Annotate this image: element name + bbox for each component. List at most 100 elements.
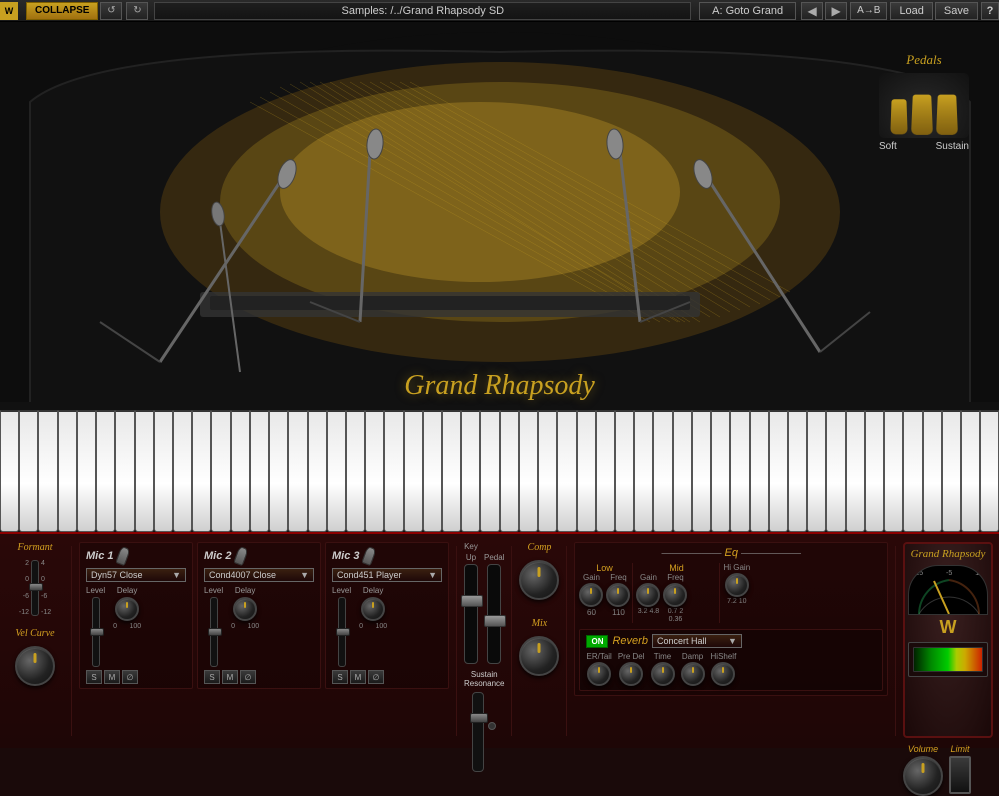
white-key[interactable]	[346, 410, 365, 532]
er-tail-knob[interactable]	[587, 662, 611, 686]
prev-button[interactable]: ◀	[801, 2, 823, 20]
white-key[interactable]	[211, 410, 230, 532]
white-key[interactable]	[519, 410, 538, 532]
mic2-level-fader[interactable]	[210, 597, 218, 667]
white-key[interactable]	[769, 410, 788, 532]
mic3-s-button[interactable]: S	[332, 670, 348, 684]
eq-low-gain-knob[interactable]	[579, 583, 603, 607]
eq-hi-gain-knob[interactable]	[725, 573, 749, 597]
white-key[interactable]	[884, 410, 903, 532]
white-key[interactable]	[615, 410, 634, 532]
white-key[interactable]	[250, 410, 269, 532]
mic3-level-fader[interactable]	[338, 597, 346, 667]
middle-pedal[interactable]	[911, 95, 933, 135]
eq-mid-freq-knob[interactable]	[663, 583, 687, 607]
white-key[interactable]	[903, 410, 922, 532]
limit-button[interactable]	[949, 756, 971, 794]
white-key[interactable]	[750, 410, 769, 532]
white-key[interactable]	[58, 410, 77, 532]
white-key[interactable]	[923, 410, 942, 532]
white-key[interactable]	[269, 410, 288, 532]
mic2-delay-knob[interactable]	[233, 597, 257, 621]
reverb-on-button[interactable]: ON	[586, 635, 608, 648]
mic3-type-dropdown[interactable]: Cond451 Player ▼	[332, 568, 442, 582]
mic2-m-button[interactable]: M	[222, 670, 238, 684]
reverb-time-knob[interactable]	[651, 662, 675, 686]
comp-knob[interactable]	[519, 560, 559, 600]
formant-thumb[interactable]	[29, 583, 43, 591]
white-key[interactable]	[865, 410, 884, 532]
eq-low-freq-knob[interactable]	[606, 583, 630, 607]
sustain-resonance-thumb[interactable]	[470, 713, 488, 723]
mic2-level-thumb[interactable]	[208, 628, 222, 636]
white-key[interactable]	[423, 410, 442, 532]
collapse-button[interactable]: COLLAPSE	[26, 2, 98, 20]
white-key[interactable]	[500, 410, 519, 532]
mic2-s-button[interactable]: S	[204, 670, 220, 684]
white-key[interactable]	[135, 410, 154, 532]
sustain-pedal[interactable]	[936, 95, 958, 135]
mic1-level-fader[interactable]	[92, 597, 100, 667]
white-key[interactable]	[692, 410, 711, 532]
redo-button[interactable]: ↻	[126, 2, 148, 20]
mic1-type-dropdown[interactable]: Dyn57 Close ▼	[86, 568, 186, 582]
white-key[interactable]	[38, 410, 57, 532]
white-key[interactable]	[961, 410, 980, 532]
white-key[interactable]	[730, 410, 749, 532]
mic3-level-thumb[interactable]	[336, 628, 350, 636]
white-key[interactable]	[711, 410, 730, 532]
key-up-thumb[interactable]	[461, 595, 483, 607]
mic2-slash-button[interactable]: ∅	[240, 670, 256, 684]
white-key[interactable]	[154, 410, 173, 532]
white-key[interactable]	[442, 410, 461, 532]
mic3-m-button[interactable]: M	[350, 670, 366, 684]
vel-curve-knob[interactable]	[15, 646, 55, 686]
mic2-type-dropdown[interactable]: Cond4007 Close ▼	[204, 568, 314, 582]
white-key[interactable]	[19, 410, 38, 532]
white-key[interactable]	[807, 410, 826, 532]
undo-button[interactable]: ↺	[100, 2, 122, 20]
mic3-slash-button[interactable]: ∅	[368, 670, 384, 684]
white-key[interactable]	[365, 410, 384, 532]
white-key[interactable]	[846, 410, 865, 532]
pedal-fader[interactable]	[487, 564, 501, 664]
white-key[interactable]	[596, 410, 615, 532]
white-key[interactable]	[115, 410, 134, 532]
formant-fader[interactable]	[31, 560, 39, 616]
pre-del-knob[interactable]	[619, 662, 643, 686]
white-key[interactable]	[308, 410, 327, 532]
white-key[interactable]	[788, 410, 807, 532]
white-key[interactable]	[980, 410, 999, 532]
mic1-delay-knob[interactable]	[115, 597, 139, 621]
white-key[interactable]	[327, 410, 346, 532]
goto-grand-button[interactable]: A: Goto Grand	[699, 2, 796, 20]
mic1-level-thumb[interactable]	[90, 628, 104, 636]
white-key[interactable]	[231, 410, 250, 532]
mic1-slash-button[interactable]: ∅	[122, 670, 138, 684]
white-key[interactable]	[288, 410, 307, 532]
white-key[interactable]	[673, 410, 692, 532]
volume-knob[interactable]	[903, 756, 943, 796]
white-key[interactable]	[634, 410, 653, 532]
mix-knob[interactable]	[519, 636, 559, 676]
key-up-fader[interactable]	[464, 564, 478, 664]
soft-pedal[interactable]	[890, 99, 907, 134]
white-key[interactable]	[942, 410, 961, 532]
mic1-m-button[interactable]: M	[104, 670, 120, 684]
pedal-thumb[interactable]	[484, 615, 506, 627]
white-key[interactable]	[557, 410, 576, 532]
load-button[interactable]: Load	[890, 2, 932, 20]
ab-button[interactable]: A→B	[850, 2, 887, 20]
white-key[interactable]	[480, 410, 499, 532]
sustain-resonance-fader[interactable]	[472, 692, 484, 772]
hi-shelf-knob[interactable]	[711, 662, 735, 686]
white-key[interactable]	[0, 410, 19, 532]
help-button[interactable]: ?	[981, 2, 999, 20]
white-key[interactable]	[173, 410, 192, 532]
white-key[interactable]	[826, 410, 845, 532]
save-button[interactable]: Save	[935, 2, 978, 20]
reverb-damp-knob[interactable]	[681, 662, 705, 686]
white-key[interactable]	[653, 410, 672, 532]
eq-mid-gain-knob[interactable]	[636, 583, 660, 607]
mic3-delay-knob[interactable]	[361, 597, 385, 621]
